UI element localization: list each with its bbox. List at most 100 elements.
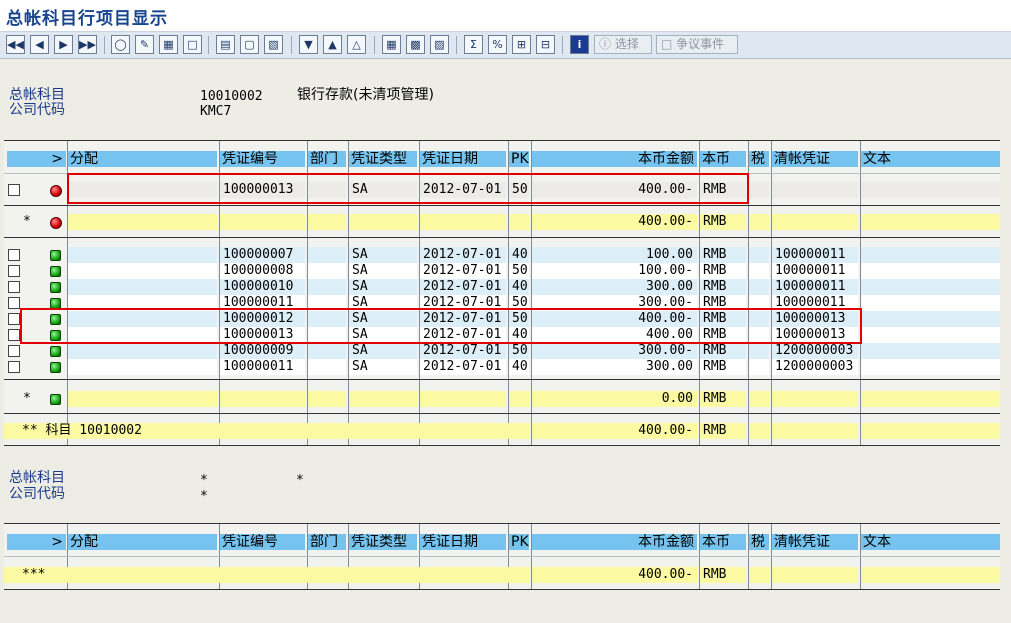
subtotal-doc-type	[349, 391, 417, 407]
subtotal-assignment	[68, 214, 217, 230]
subtotal-star: *	[23, 214, 31, 229]
cleared-item-row[interactable]: 100000011 SA 2012-07-01 40 300.00 RMB 12000000…	[4, 359, 1000, 375]
layout-change-icon[interactable]: ▩	[406, 35, 425, 54]
select-button[interactable]: ⓘ 选择	[594, 35, 652, 54]
column-header-tax[interactable]: 税	[749, 534, 769, 550]
row-checkbox[interactable]	[8, 345, 20, 357]
row-checkbox[interactable]	[8, 361, 20, 373]
mass-change-icon[interactable]: ▦	[159, 35, 178, 54]
column-header-dept[interactable]: 部门	[308, 151, 346, 167]
cell-clearing: 1200000003	[772, 359, 858, 375]
cell-clearing: 100000011	[772, 279, 858, 295]
column-header-expand[interactable]: >	[7, 151, 66, 167]
row-checkbox[interactable]	[8, 281, 20, 293]
row-checkbox[interactable]	[8, 249, 20, 261]
subtotal-clearing	[772, 214, 858, 230]
document-icon[interactable]: ▧	[264, 35, 283, 54]
status-green-icon	[50, 394, 61, 405]
account-label: 总帐科目	[9, 87, 65, 103]
cell-doc-type: SA	[349, 247, 417, 263]
subtotal-icon[interactable]: %	[488, 35, 507, 54]
expand-icon[interactable]: ⊞	[512, 35, 531, 54]
column-header-amount[interactable]: 本币金额	[532, 534, 697, 550]
info-icon[interactable]: i	[570, 35, 589, 54]
row-checkbox[interactable]	[8, 265, 20, 277]
cell-doc-type: SA	[349, 359, 417, 375]
select-label: 选择	[614, 37, 639, 51]
grand-total-row: *** 400.00- RMB	[4, 567, 1000, 583]
cell-clearing	[772, 182, 858, 198]
cell-amount: 300.00	[532, 359, 697, 375]
column-header-doc-type[interactable]: 凭证类型	[349, 534, 417, 550]
cell-text	[861, 359, 1000, 375]
cell-assignment	[68, 279, 217, 295]
previous-page-icon[interactable]: ◀	[30, 35, 49, 54]
cleared-item-row[interactable]: 100000008 SA 2012-07-01 50 100.00- RMB 1000000…	[4, 263, 1000, 279]
layout-select-icon[interactable]: ▨	[430, 35, 449, 54]
cell-doc-date: 2012-07-01	[420, 359, 506, 375]
column-header-tax[interactable]: 税	[749, 151, 769, 167]
column-header-doc-date[interactable]: 凭证日期	[420, 151, 506, 167]
highlight-open-item	[67, 173, 749, 204]
last-page-icon[interactable]: ▶▶	[78, 35, 97, 54]
sort-icon[interactable]: ▲	[323, 35, 342, 54]
row-checkbox[interactable]	[8, 329, 20, 341]
cell-doc-no: 100000011	[220, 359, 305, 375]
column-header-currency[interactable]: 本币	[700, 534, 746, 550]
filter-icon[interactable]: ▼	[299, 35, 318, 54]
cell-doc-no: 100000008	[220, 263, 305, 279]
column-header-assignment[interactable]: 分配	[68, 151, 217, 167]
cell-doc-no: 100000009	[220, 343, 305, 359]
status-green-icon	[50, 250, 61, 261]
cell-currency: RMB	[700, 359, 746, 375]
cell-text	[861, 311, 1000, 327]
column-header-doc-type[interactable]: 凭证类型	[349, 151, 417, 167]
row-checkbox[interactable]	[8, 297, 20, 309]
column-header-clearing[interactable]: 清帐凭证	[772, 534, 858, 550]
cell-amount: 100.00-	[532, 263, 697, 279]
column-header-doc-date[interactable]: 凭证日期	[420, 534, 506, 550]
column-header-currency[interactable]: 本币	[700, 151, 746, 167]
deactivated-icon[interactable]: □	[183, 35, 202, 54]
column-header-amount[interactable]: 本币金额	[532, 151, 697, 167]
subtotal-doc-no	[220, 391, 305, 407]
cell-pk: 50	[509, 343, 529, 359]
section-divider	[4, 379, 1000, 380]
column-header-doc-no[interactable]: 凭证编号	[220, 534, 305, 550]
highlight-cleared-pair	[20, 308, 862, 344]
row-checkbox[interactable]	[8, 313, 20, 325]
cleared-item-row[interactable]: 100000010 SA 2012-07-01 40 300.00 RMB 10000001…	[4, 279, 1000, 295]
column-header-text[interactable]: 文本	[861, 534, 1000, 550]
subtotal-text	[861, 391, 1000, 407]
collapse-icon[interactable]: ⊟	[536, 35, 555, 54]
sum-filter-icon[interactable]: △	[347, 35, 366, 54]
cell-amount: 300.00-	[532, 343, 697, 359]
column-header-assignment[interactable]: 分配	[68, 534, 217, 550]
column-header-pk[interactable]: PK	[509, 151, 529, 167]
display-doc-icon[interactable]: ▢	[240, 35, 259, 54]
first-page-icon[interactable]: ◀◀	[6, 35, 25, 54]
column-header-text[interactable]: 文本	[861, 151, 1000, 167]
cell-doc-no: 100000010	[220, 279, 305, 295]
dispute-case-button[interactable]: □ 争议事件	[656, 35, 738, 54]
cell-text	[861, 327, 1000, 343]
sum-icon[interactable]: Σ	[464, 35, 483, 54]
company-code-value: KMC7	[200, 104, 232, 119]
row-checkbox[interactable]	[8, 184, 20, 196]
cell-text	[861, 247, 1000, 263]
column-header-dept[interactable]: 部门	[308, 534, 346, 550]
cleared-item-row[interactable]: 100000007 SA 2012-07-01 40 100.00 RMB 10000001…	[4, 247, 1000, 263]
cell-doc-date: 2012-07-01	[420, 263, 506, 279]
layout-grid-icon[interactable]: ▦	[382, 35, 401, 54]
cell-doc-date: 2012-07-01	[420, 279, 506, 295]
cleared-item-row[interactable]: 100000009 SA 2012-07-01 50 300.00- RMB 1200000…	[4, 343, 1000, 359]
column-header-pk[interactable]: PK	[509, 534, 529, 550]
next-page-icon[interactable]: ▶	[54, 35, 73, 54]
column-header-clearing[interactable]: 清帐凭证	[772, 151, 858, 167]
reverse-doc-icon[interactable]: ▤	[216, 35, 235, 54]
company-code-label: 公司代码	[9, 102, 65, 118]
glasses-icon[interactable]: ◯	[111, 35, 130, 54]
column-header-expand[interactable]: >	[7, 534, 66, 550]
column-header-doc-no[interactable]: 凭证编号	[220, 151, 305, 167]
pencil-icon[interactable]: ✎	[135, 35, 154, 54]
